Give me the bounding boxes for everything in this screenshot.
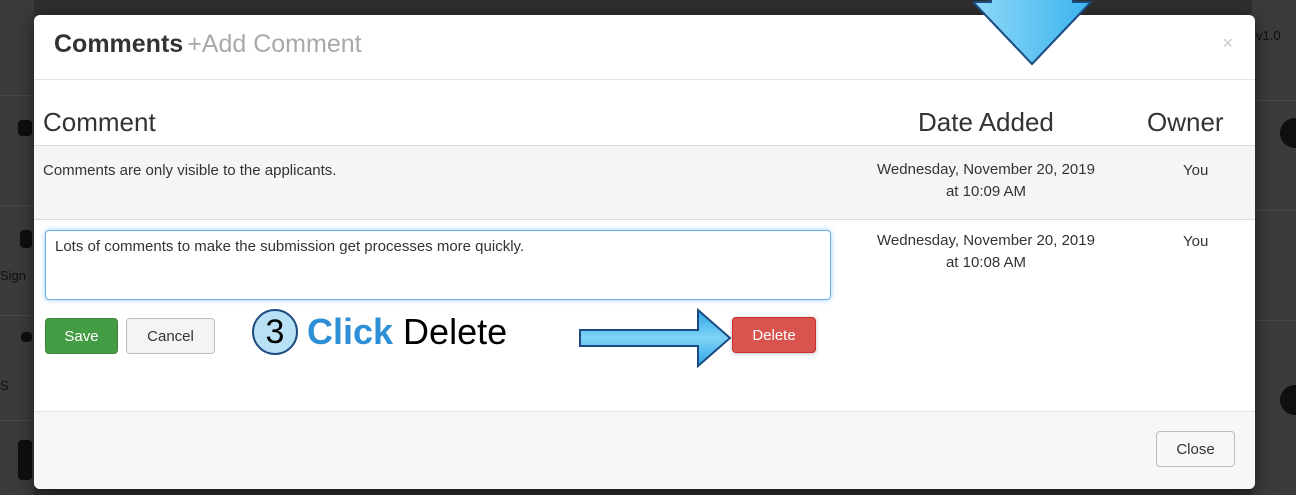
add-comment-link[interactable]: +Add Comment [187,30,361,58]
comment-time-line: at 10:09 AM [945,183,1027,200]
annotation-arrow-down-icon [973,0,1093,66]
comment-time-line: at 10:08 AM [945,254,1027,271]
comment-date-line: Wednesday, November 20, 2019 [877,232,1095,249]
step-number-badge: 3 [252,309,298,355]
close-icon[interactable]: × [1222,33,1233,54]
column-header-owner: Owner [1147,107,1224,137]
background-fragment: S [0,378,9,393]
background-fragment: Sign [0,268,27,283]
save-button[interactable]: Save [45,318,118,354]
background-divider [0,95,34,96]
modal-footer: Close [34,411,1255,489]
modal-title-text: Comments [54,30,184,58]
annotation-instruction-rest: Delete [393,311,508,352]
background-icon [20,230,32,248]
table-row: Comments are only visible to the applica… [34,145,1255,220]
background-divider [1252,210,1296,211]
delete-button[interactable]: Delete [732,317,816,353]
comments-modal: Comments +Add Comment × Comment Date Adde… [34,15,1255,489]
background-icon [21,332,32,342]
modal-title: Comments +Add Comment [54,30,362,59]
background-icon [18,440,32,480]
background-divider [1252,320,1296,321]
comment-date: Wednesday, November 20, 2019 at 10:09 AM [841,159,1131,203]
comment-date: Wednesday, November 20, 2019 at 10:08 AM [841,230,1131,274]
background-divider [0,205,34,206]
background-version: v1.0 [1256,28,1281,43]
close-button[interactable]: Close [1156,431,1235,467]
comment-date-line: Wednesday, November 20, 2019 [877,161,1095,178]
comment-owner: You [1183,233,1209,250]
column-header-date: Date Added [918,107,1054,137]
annotation-arrow-right-icon [579,307,732,369]
comment-text: Comments are only visible to the applica… [43,162,337,179]
background-icon [18,120,32,136]
comment-owner: You [1183,162,1209,179]
background-divider [0,315,34,316]
column-header-comment: Comment [43,107,156,137]
comment-edit-input[interactable]: Lots of comments to make the submission … [45,230,831,300]
background-right-panel [1252,0,1296,495]
background-divider [1252,100,1296,101]
annotation-instruction: Click Delete [307,311,507,353]
annotation-instruction-strong: Click [307,311,394,352]
cancel-button[interactable]: Cancel [126,318,215,354]
background-divider [0,420,34,421]
